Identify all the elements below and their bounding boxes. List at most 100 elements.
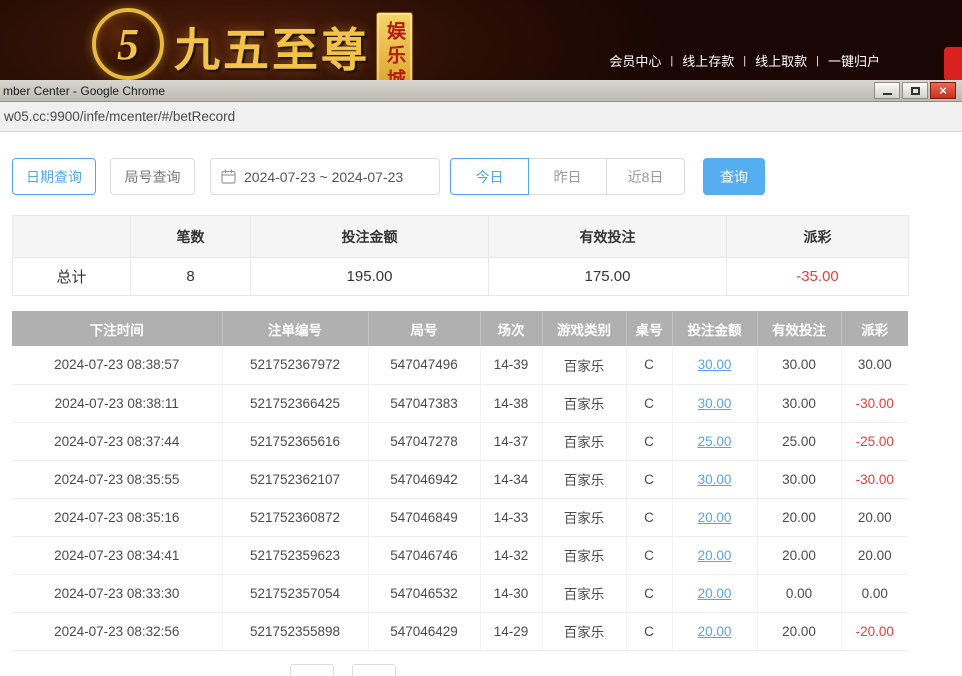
col-valid-bet: 有效投注 xyxy=(757,311,841,346)
cell-game: 百家乐 xyxy=(542,422,626,460)
today-button[interactable]: 今日 xyxy=(450,158,529,195)
col-bet-no: 注单编号 xyxy=(222,311,368,346)
pagination-box[interactable] xyxy=(352,664,396,676)
cell-session: 14-34 xyxy=(480,460,542,498)
cell-bet_no: 521752362107 xyxy=(222,460,368,498)
col-session: 场次 xyxy=(480,311,542,346)
cell-game: 百家乐 xyxy=(542,460,626,498)
summary-row: 总计 8 195.00 175.00 -35.00 xyxy=(13,258,909,296)
nav-member-center[interactable]: 会员中心 xyxy=(609,51,661,70)
cell-table_no: C xyxy=(626,460,672,498)
cell-round: 547046532 xyxy=(368,574,480,612)
filter-bar: 日期查询 局号查询 2024-07-23 ~ 2024-07-23 今日 昨日 … xyxy=(12,158,962,195)
summary-header-valid-bet: 有效投注 xyxy=(489,216,727,258)
cell-game: 百家乐 xyxy=(542,574,626,612)
cell-time: 2024-07-23 08:35:16 xyxy=(12,498,222,536)
pagination-box[interactable] xyxy=(290,664,334,676)
cell-session: 14-39 xyxy=(480,346,542,384)
address-bar[interactable]: w05.cc:9900/infe/mcenter/#/betRecord xyxy=(0,102,962,132)
summary-total-label: 总计 xyxy=(13,258,131,296)
cell-table_no: C xyxy=(626,384,672,422)
cell-valid: 20.00 xyxy=(757,498,841,536)
col-payout: 派彩 xyxy=(841,311,908,346)
cell-game: 百家乐 xyxy=(542,384,626,422)
cell-amount[interactable]: 30.00 xyxy=(672,346,757,384)
cell-round: 547047278 xyxy=(368,422,480,460)
cell-table_no: C xyxy=(626,346,672,384)
col-bet-time: 下注时间 xyxy=(12,311,222,346)
cell-session: 14-30 xyxy=(480,574,542,612)
cell-valid: 30.00 xyxy=(757,460,841,498)
cell-table_no: C xyxy=(626,498,672,536)
cell-session: 14-32 xyxy=(480,536,542,574)
cell-amount[interactable]: 20.00 xyxy=(672,498,757,536)
cell-valid: 30.00 xyxy=(757,346,841,384)
bet-record-table: 下注时间 注单编号 局号 场次 游戏类别 桌号 投注金额 有效投注 派彩 202… xyxy=(12,311,908,651)
cell-bet_no: 521752359623 xyxy=(222,536,368,574)
date-query-button[interactable]: 日期查询 xyxy=(12,158,96,195)
table-row: 2024-07-23 08:34:41521752359623547046746… xyxy=(12,536,908,574)
cell-payout: 20.00 xyxy=(841,498,908,536)
table-row: 2024-07-23 08:35:55521752362107547046942… xyxy=(12,460,908,498)
summary-payout: -35.00 xyxy=(727,258,909,296)
cell-amount[interactable]: 20.00 xyxy=(672,612,757,650)
cell-payout: -30.00 xyxy=(841,384,908,422)
date-range-input[interactable]: 2024-07-23 ~ 2024-07-23 xyxy=(210,158,440,195)
table-row: 2024-07-23 08:38:11521752366425547047383… xyxy=(12,384,908,422)
cell-table_no: C xyxy=(626,574,672,612)
cell-table_no: C xyxy=(626,612,672,650)
floating-service-tab[interactable] xyxy=(944,47,962,81)
table-row: 2024-07-23 08:35:16521752360872547046849… xyxy=(12,498,908,536)
cell-amount[interactable]: 20.00 xyxy=(672,536,757,574)
cell-time: 2024-07-23 08:38:11 xyxy=(12,384,222,422)
top-nav: 会员中心 | 线上存款 | 线上取款 | 一键归户 xyxy=(609,51,880,70)
last8days-button[interactable]: 近8日 xyxy=(606,158,685,195)
summary-header-count: 笔数 xyxy=(131,216,251,258)
cell-bet_no: 521752357054 xyxy=(222,574,368,612)
nav-deposit[interactable]: 线上存款 xyxy=(682,51,734,70)
cell-time: 2024-07-23 08:34:41 xyxy=(12,536,222,574)
cell-table_no: C xyxy=(626,536,672,574)
window-titlebar[interactable]: mber Center - Google Chrome × xyxy=(0,80,962,102)
cell-game: 百家乐 xyxy=(542,498,626,536)
cell-payout: -20.00 xyxy=(841,612,908,650)
cell-time: 2024-07-23 08:33:30 xyxy=(12,574,222,612)
nav-separator: | xyxy=(816,55,819,67)
cell-game: 百家乐 xyxy=(542,612,626,650)
cell-valid: 20.00 xyxy=(757,612,841,650)
logo-coin-icon: 5 xyxy=(92,8,164,80)
cell-round: 547047496 xyxy=(368,346,480,384)
cell-session: 14-29 xyxy=(480,612,542,650)
cell-amount[interactable]: 30.00 xyxy=(672,460,757,498)
cell-table_no: C xyxy=(626,422,672,460)
yesterday-button[interactable]: 昨日 xyxy=(528,158,607,195)
summary-valid-bet: 175.00 xyxy=(489,258,727,296)
cell-round: 547046849 xyxy=(368,498,480,536)
nav-one-key-transfer[interactable]: 一键归户 xyxy=(828,51,880,70)
round-query-button[interactable]: 局号查询 xyxy=(110,158,195,195)
minimize-icon xyxy=(883,93,892,95)
cell-amount[interactable]: 20.00 xyxy=(672,574,757,612)
summary-table: 笔数 投注金额 有效投注 派彩 总计 8 195.00 175.00 -35.0… xyxy=(12,215,909,296)
cell-time: 2024-07-23 08:32:56 xyxy=(12,612,222,650)
cell-session: 14-37 xyxy=(480,422,542,460)
nav-withdraw[interactable]: 线上取款 xyxy=(755,51,807,70)
cell-amount[interactable]: 30.00 xyxy=(672,384,757,422)
cell-payout: 0.00 xyxy=(841,574,908,612)
nav-separator: | xyxy=(670,55,673,67)
summary-count: 8 xyxy=(131,258,251,296)
search-button[interactable]: 查询 xyxy=(703,158,765,195)
cell-round: 547047383 xyxy=(368,384,480,422)
cell-game: 百家乐 xyxy=(542,346,626,384)
maximize-button[interactable] xyxy=(902,82,928,99)
window-title: mber Center - Google Chrome xyxy=(0,84,165,98)
cell-round: 547046746 xyxy=(368,536,480,574)
minimize-button[interactable] xyxy=(874,82,900,99)
cell-time: 2024-07-23 08:35:55 xyxy=(12,460,222,498)
cell-amount[interactable]: 25.00 xyxy=(672,422,757,460)
close-button[interactable]: × xyxy=(930,82,956,99)
calendar-icon xyxy=(221,169,236,184)
cell-bet_no: 521752367972 xyxy=(222,346,368,384)
table-row: 2024-07-23 08:38:57521752367972547047496… xyxy=(12,346,908,384)
cell-session: 14-38 xyxy=(480,384,542,422)
